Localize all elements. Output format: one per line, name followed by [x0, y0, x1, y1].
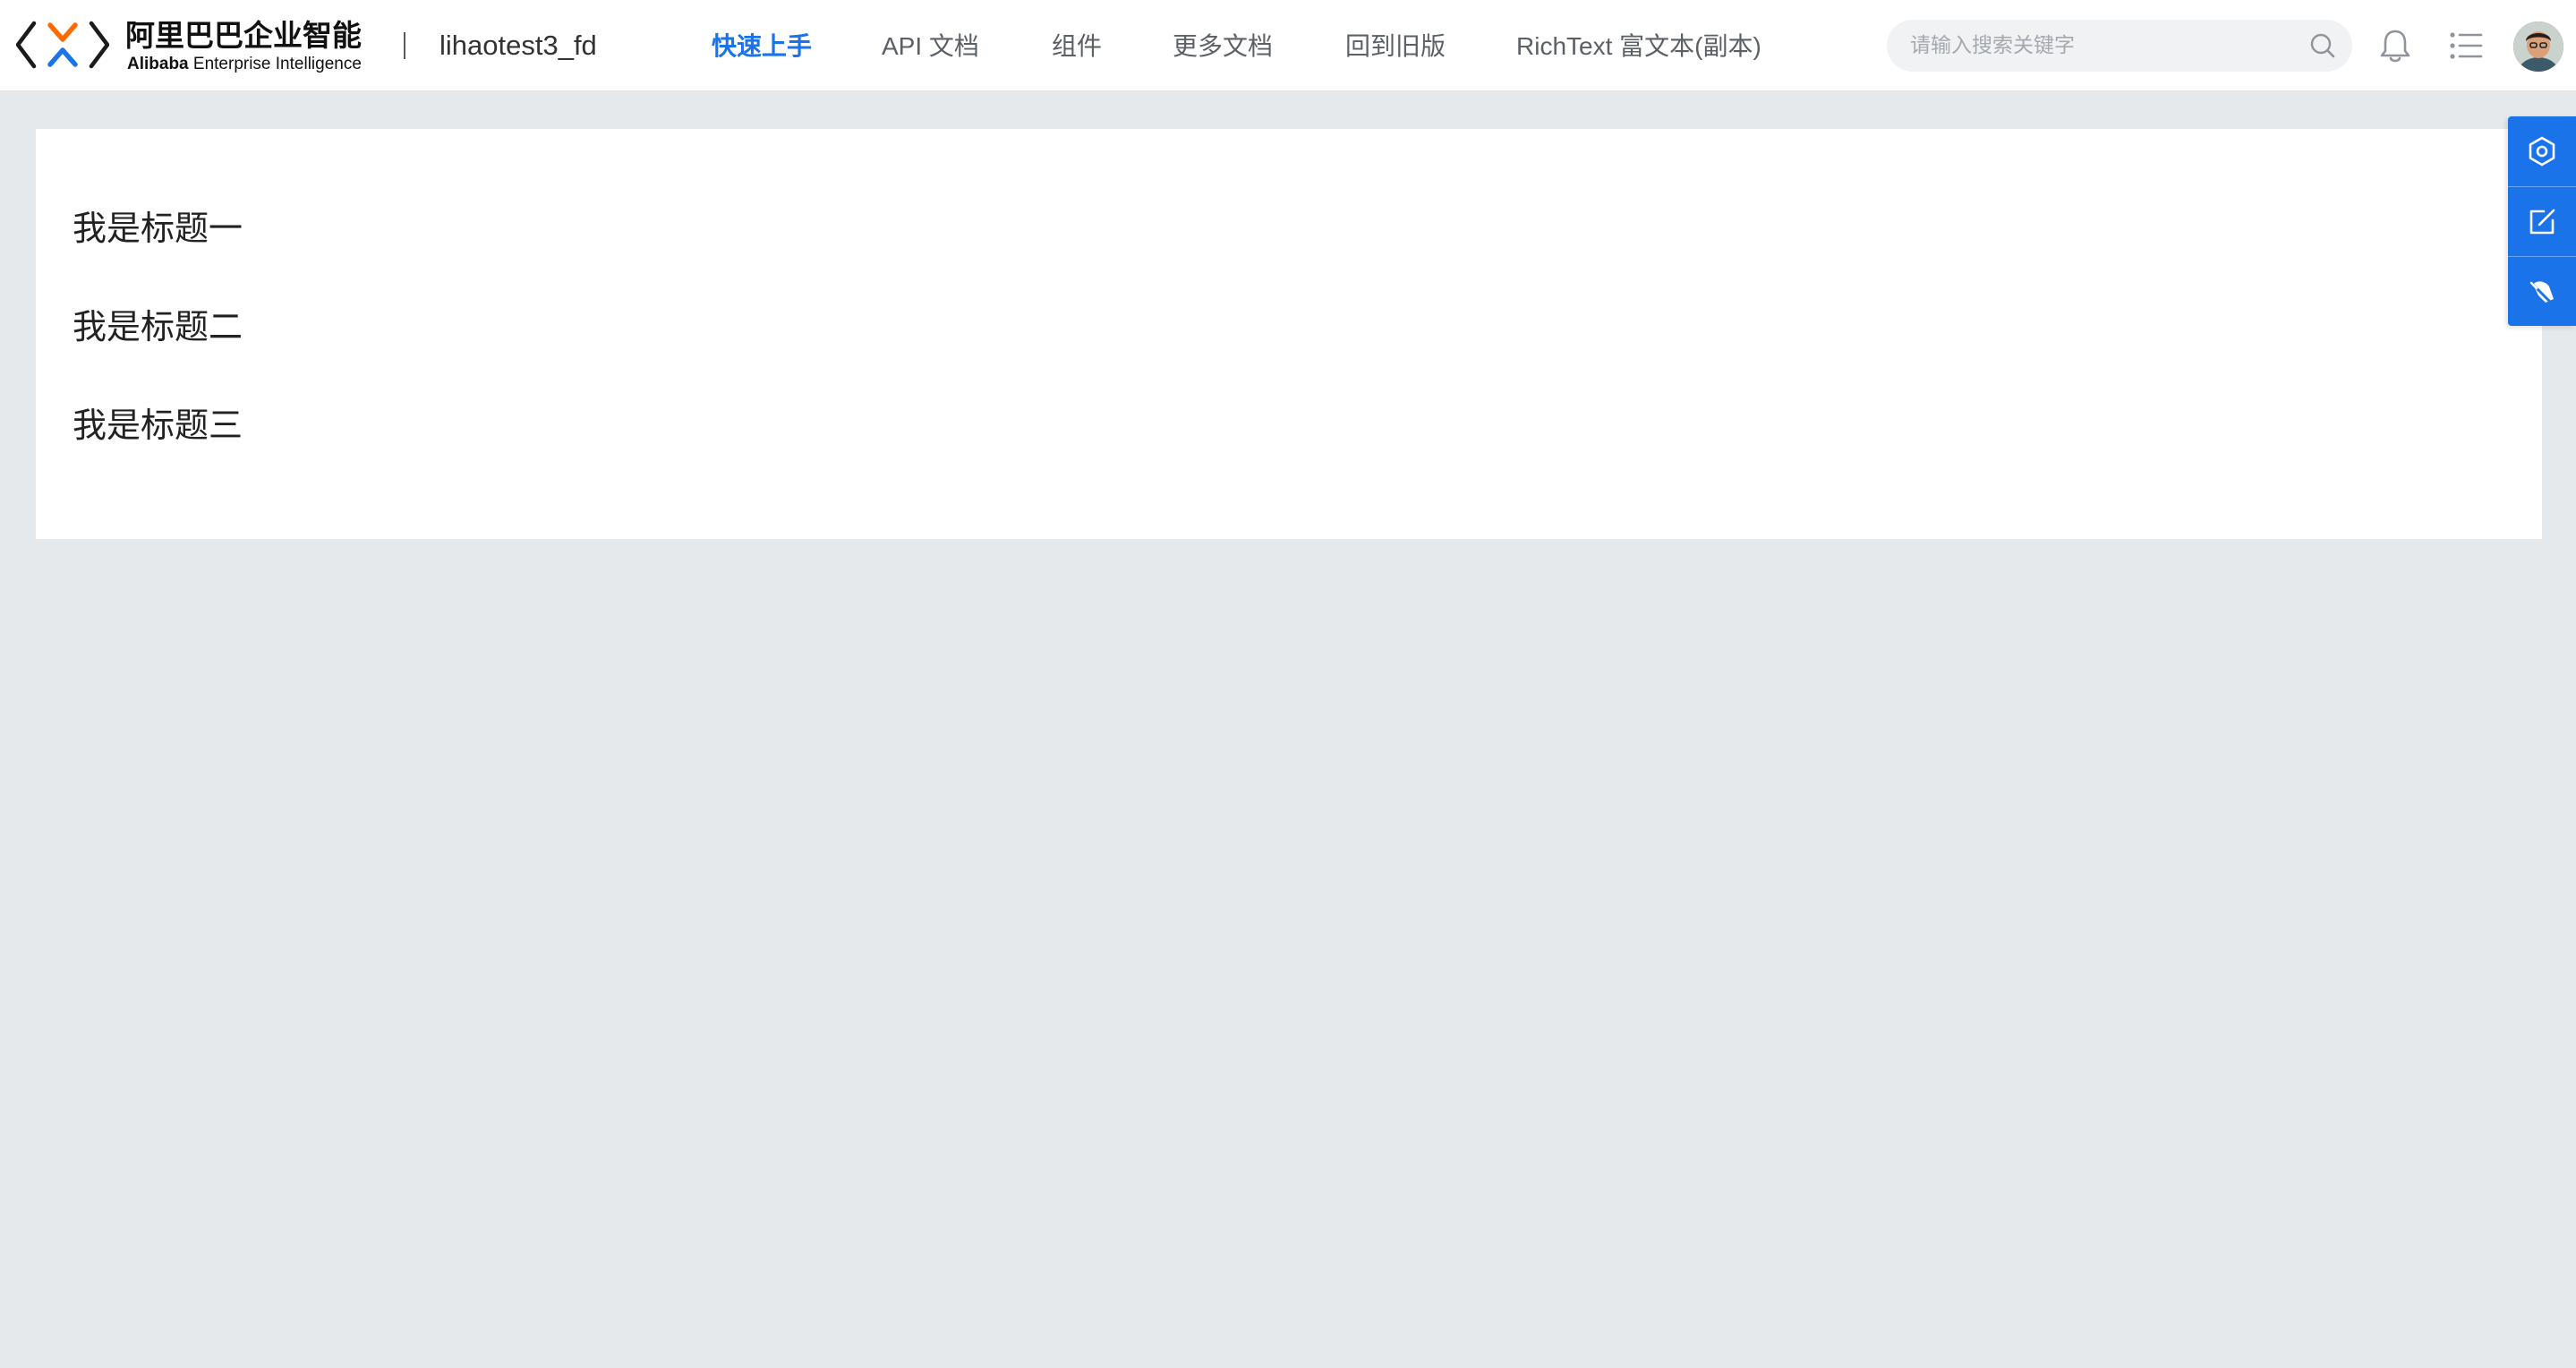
alibaba-enterprise-intelligence-logo[interactable]: 阿里巴巴企业智能 Alibaba Enterprise Intelligence — [16, 18, 374, 75]
nav-item-more-docs[interactable]: 更多文档 — [1173, 28, 1273, 65]
side-toolbar — [2508, 116, 2576, 326]
logo-mark-icon — [16, 21, 109, 69]
list-icon[interactable] — [2449, 30, 2483, 61]
header-divider — [404, 32, 405, 59]
logo-english-bold: Alibaba — [127, 55, 189, 73]
heading-three: 我是标题三 — [73, 406, 243, 445]
heading-two: 我是标题二 — [73, 307, 243, 346]
content-card: 我是标题一 我是标题二 我是标题三 — [36, 129, 2542, 539]
bell-icon[interactable] — [2377, 27, 2413, 64]
avatar-person-icon — [2513, 21, 2563, 72]
settings-icon — [2529, 136, 2555, 167]
search-box — [1887, 20, 2352, 72]
nav-item-back-to-old-version[interactable]: 回到旧版 — [1345, 28, 1446, 65]
nav-item-quick-start[interactable]: 快速上手 — [712, 28, 812, 65]
nav-item-api-docs[interactable]: API 文档 — [882, 28, 979, 65]
logo-chinese-text: 阿里巴巴企业智能 — [125, 18, 362, 53]
avatar[interactable] — [2513, 21, 2563, 72]
top-navigation-bar: 阿里巴巴企业智能 Alibaba Enterprise Intelligence… — [0, 0, 2576, 91]
settings-button[interactable] — [2508, 116, 2576, 186]
app-name: lihaotest3_fd — [439, 30, 597, 61]
nav-item-components[interactable]: 组件 — [1052, 28, 1102, 65]
edit-icon — [2529, 209, 2555, 234]
search-icon[interactable] — [2307, 30, 2338, 61]
heading-one: 我是标题一 — [73, 209, 243, 248]
nav-item-richtext-copy[interactable]: RichText 富文本(副本) — [1516, 28, 1761, 65]
logo-english-rest: Enterprise Intelligence — [188, 55, 362, 73]
logo-english-text: Alibaba Enterprise Intelligence — [127, 54, 362, 75]
paint-icon — [2528, 279, 2555, 305]
paint-button[interactable] — [2508, 256, 2576, 326]
edit-button[interactable] — [2508, 186, 2576, 256]
search-input[interactable] — [1908, 27, 2284, 64]
